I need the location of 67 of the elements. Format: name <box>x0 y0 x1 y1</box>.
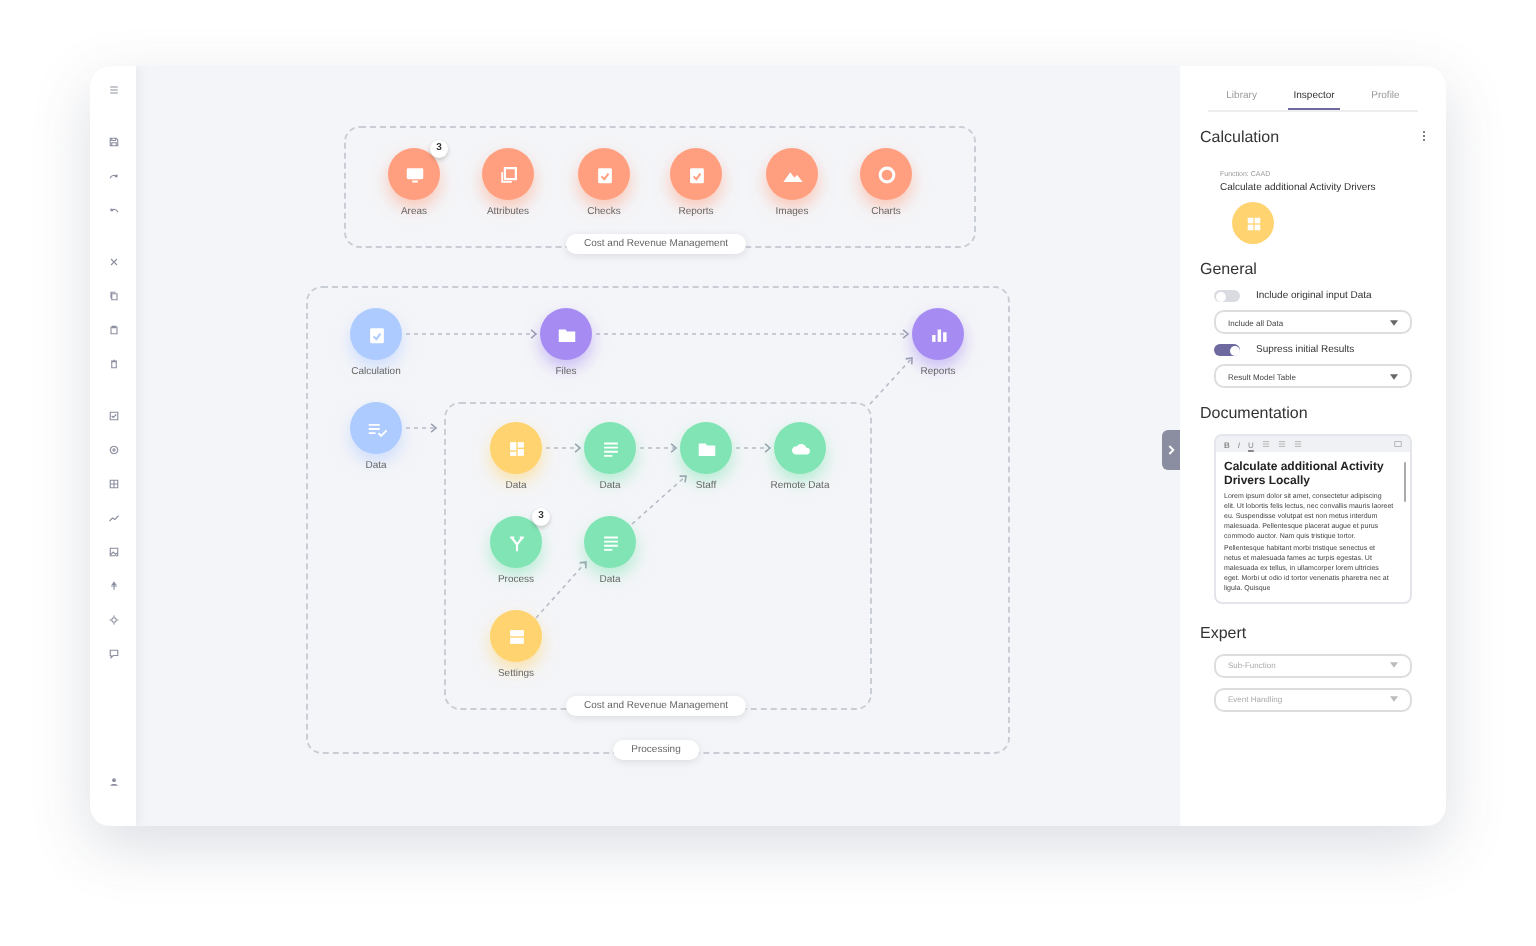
toggle-switch[interactable] <box>1214 290 1240 302</box>
toggle-switch[interactable] <box>1214 344 1240 356</box>
fork-icon <box>505 531 527 553</box>
node-circle[interactable] <box>578 148 630 200</box>
server-icon <box>505 625 527 647</box>
section-title: General <box>1200 260 1259 278</box>
function-icon <box>1232 202 1274 244</box>
copy-icon <box>497 163 519 185</box>
check-icon <box>685 163 707 185</box>
lines-icon <box>599 437 621 459</box>
line-chart-icon[interactable] <box>107 512 119 524</box>
screen-icon <box>403 163 425 185</box>
section-title: Documentation <box>1200 404 1310 422</box>
chat-icon[interactable] <box>107 648 119 660</box>
node-circle[interactable] <box>584 516 636 568</box>
connector-arrow <box>405 423 438 433</box>
node-circle[interactable] <box>912 308 964 360</box>
node-circle[interactable] <box>670 148 722 200</box>
connector-arrow <box>869 357 913 405</box>
node-circle[interactable] <box>388 148 440 200</box>
trash-icon[interactable] <box>107 358 119 370</box>
collapse-button[interactable] <box>1162 430 1180 470</box>
grid-icon <box>505 437 527 459</box>
caret-icon <box>1390 696 1398 703</box>
clipboard-icon[interactable] <box>107 324 119 336</box>
connector-arrow <box>535 561 587 619</box>
chevron-right-icon <box>1167 444 1175 456</box>
redo-icon[interactable] <box>107 170 119 182</box>
section-title: Calculation <box>1200 128 1280 146</box>
connector-arrow <box>735 443 772 453</box>
cut-icon[interactable] <box>107 256 119 268</box>
node-circle[interactable] <box>584 422 636 474</box>
node-circle[interactable] <box>774 422 826 474</box>
caret-icon <box>1390 373 1398 379</box>
undo-icon[interactable] <box>107 204 119 216</box>
node-circle[interactable] <box>490 610 542 662</box>
section-title: Expert <box>1200 623 1249 642</box>
node-circle[interactable] <box>350 402 402 454</box>
check-icon <box>365 323 387 345</box>
ring-icon <box>875 163 897 185</box>
save-icon[interactable] <box>107 136 119 148</box>
node-circle[interactable] <box>482 148 534 200</box>
caret-icon <box>1390 662 1398 669</box>
node-circle[interactable] <box>860 148 912 200</box>
node-circle[interactable] <box>540 308 592 360</box>
text-editor[interactable] <box>1214 434 1412 604</box>
connector-arrow <box>545 443 582 453</box>
node-circle[interactable] <box>490 422 542 474</box>
list-icon[interactable] <box>1277 440 1286 448</box>
lines-icon <box>599 531 621 553</box>
grid-icon[interactable] <box>107 478 119 490</box>
node-circle[interactable] <box>350 308 402 360</box>
checkbox-icon[interactable] <box>107 410 119 422</box>
user-icon[interactable] <box>107 776 119 788</box>
target-icon[interactable] <box>107 444 119 456</box>
node-circle[interactable] <box>766 148 818 200</box>
copy-icon[interactable] <box>107 290 119 302</box>
list-icon[interactable] <box>1293 440 1302 448</box>
node-circle[interactable] <box>680 422 732 474</box>
menu-icon[interactable] <box>107 84 119 96</box>
node-circle[interactable] <box>490 516 542 568</box>
caret-icon <box>1390 319 1398 325</box>
list-icon[interactable] <box>1261 440 1270 448</box>
connector-arrow <box>631 475 687 525</box>
connector-arrow <box>639 443 678 453</box>
connector-arrow <box>405 329 538 339</box>
check-icon <box>593 163 615 185</box>
